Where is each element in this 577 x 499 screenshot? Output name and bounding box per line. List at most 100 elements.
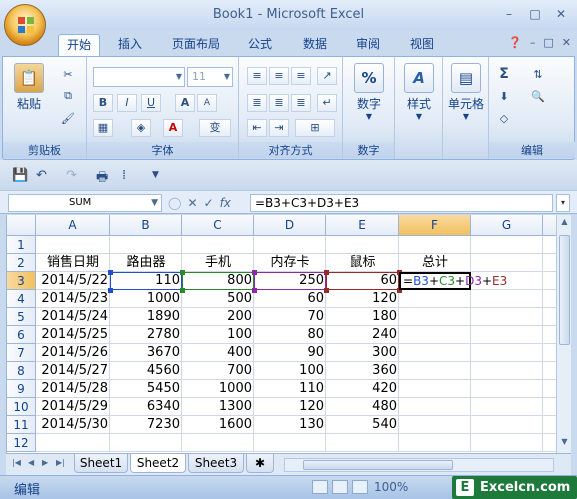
grid-cell[interactable] (543, 344, 556, 362)
column-header-a[interactable]: A (36, 215, 110, 236)
formula-input[interactable]: =B3+C3+D3+E3 (250, 194, 553, 212)
close-button[interactable]: ✕ (551, 6, 571, 22)
bold-button[interactable]: B (93, 94, 113, 112)
orientation-icon[interactable]: ↗ (317, 67, 337, 85)
merge-center-icon[interactable]: ⊞ (295, 119, 335, 137)
font-name-combo[interactable]: ▼ (93, 67, 185, 87)
zoom-level[interactable]: 100% (374, 480, 408, 494)
prev-sheet-icon[interactable]: ◀ (28, 458, 34, 467)
restore-button[interactable]: □ (525, 6, 545, 22)
column-header-b[interactable]: B (110, 215, 182, 236)
tab-page-layout[interactable]: 页面布局 (165, 34, 227, 56)
sort-filter-icon[interactable]: ⇅ (529, 65, 547, 83)
number-format-button[interactable]: % 数字 ▼ (349, 63, 389, 121)
styles-button[interactable]: A 样式 ▼ (399, 63, 439, 121)
grid-cell[interactable] (399, 236, 471, 254)
ribbon-minimize-icon[interactable]: – (530, 36, 536, 49)
row-header[interactable]: 12 (7, 434, 36, 452)
font-color-button[interactable]: A (163, 119, 183, 137)
italic-button[interactable]: I (117, 94, 137, 112)
grid-cell[interactable] (254, 434, 326, 452)
row-header[interactable]: 1 (7, 236, 36, 254)
grid-cell[interactable] (399, 434, 471, 452)
grid-cell[interactable] (543, 254, 556, 272)
sheet-tab-sheet3[interactable]: Sheet3 (188, 454, 244, 473)
grid-cell[interactable] (399, 380, 471, 398)
row-header[interactable]: 3 (7, 272, 36, 290)
grid-cell[interactable] (471, 254, 543, 272)
font-size-combo[interactable]: 11 ▼ (187, 67, 233, 87)
column-header-d[interactable]: D (254, 215, 326, 236)
enter-icon[interactable]: ✓ (204, 196, 214, 210)
borders-icon[interactable]: ▦ (93, 119, 113, 137)
insert-sheet-icon[interactable]: ✱ (246, 454, 274, 473)
shrink-font-button[interactable]: A (197, 94, 217, 112)
grid-cell[interactable] (399, 290, 471, 308)
wrap-text-icon[interactable]: ↵ (317, 94, 337, 112)
grid-cell[interactable] (471, 434, 543, 452)
horizontal-scrollbar[interactable] (284, 458, 554, 472)
fill-icon[interactable]: ⬇ (495, 87, 513, 105)
grid-cell[interactable] (543, 416, 556, 434)
grid-cell[interactable] (543, 434, 556, 452)
row-header[interactable]: 7 (7, 344, 36, 362)
scroll-up-icon[interactable]: ▲ (557, 217, 572, 231)
active-edit-cell[interactable]: =B3+C3+D3+E3 (399, 272, 507, 290)
cancel-icon[interactable]: ✕ (187, 196, 197, 210)
underline-button[interactable]: U (141, 94, 161, 112)
office-button[interactable] (4, 4, 46, 46)
paste-button[interactable]: 📋 粘贴 (9, 63, 49, 112)
grid-cell[interactable] (543, 326, 556, 344)
cells-button[interactable]: ▤ 单元格 ▼ (443, 63, 489, 121)
grid-cell[interactable] (543, 380, 556, 398)
align-center-icon[interactable]: ≣ (269, 94, 289, 112)
grid-cell[interactable] (543, 398, 556, 416)
select-all-corner[interactable] (7, 215, 36, 236)
clear-icon[interactable]: ◇ (495, 109, 513, 127)
grid-cell[interactable] (471, 308, 543, 326)
grid-cell[interactable] (471, 362, 543, 380)
grid-cell[interactable] (543, 362, 556, 380)
align-middle-icon[interactable]: ≡ (269, 67, 289, 85)
row-header[interactable]: 11 (7, 416, 36, 434)
last-sheet-icon[interactable]: ▶| (56, 458, 65, 467)
column-header-e[interactable]: E (326, 215, 399, 236)
row-header[interactable]: 4 (7, 290, 36, 308)
row-header[interactable]: 10 (7, 398, 36, 416)
grid-cell[interactable] (399, 362, 471, 380)
vertical-scroll-thumb[interactable] (559, 235, 570, 345)
align-bottom-icon[interactable]: ≡ (291, 67, 311, 85)
column-header-f[interactable]: F (399, 215, 471, 236)
decrease-indent-icon[interactable]: ⇤ (247, 119, 267, 137)
minimize-button[interactable]: – (499, 6, 519, 22)
undo-icon[interactable]: ↶ (36, 168, 47, 183)
row-header[interactable]: 2 (7, 254, 36, 272)
tab-formulas[interactable]: 公式 (240, 34, 280, 56)
grow-font-button[interactable]: A (175, 94, 195, 112)
grid-cell[interactable] (543, 290, 556, 308)
ribbon-close-icon[interactable]: ✕ (562, 36, 571, 49)
grid-cell[interactable] (471, 236, 543, 254)
grid-cell[interactable] (471, 398, 543, 416)
grid-cell[interactable] (543, 236, 556, 254)
tab-home[interactable]: 开始 (58, 34, 100, 56)
grid-cell[interactable] (543, 308, 556, 326)
grid-cell[interactable] (399, 398, 471, 416)
row-header[interactable]: 8 (7, 362, 36, 380)
copy-icon[interactable]: ⧉ (59, 87, 77, 105)
grid-cell[interactable] (326, 434, 399, 452)
tab-insert[interactable]: 插入 (110, 34, 150, 56)
grid-cell[interactable] (182, 434, 254, 452)
row-header[interactable]: 9 (7, 380, 36, 398)
save-icon[interactable]: 💾 (12, 168, 28, 183)
page-layout-view-icon[interactable] (332, 480, 348, 494)
tab-review[interactable]: 审阅 (348, 34, 388, 56)
column-header-h[interactable] (543, 215, 556, 236)
tab-view[interactable]: 视图 (402, 34, 442, 56)
grid-cell[interactable] (110, 236, 182, 254)
find-select-icon[interactable]: 🔍 (529, 87, 547, 105)
phonetic-button[interactable]: 变 (199, 119, 231, 137)
autosum-button[interactable]: Σ (495, 65, 513, 83)
vertical-scrollbar[interactable]: ▲ ▼ (556, 215, 571, 453)
first-sheet-icon[interactable]: |◀ (12, 458, 21, 467)
